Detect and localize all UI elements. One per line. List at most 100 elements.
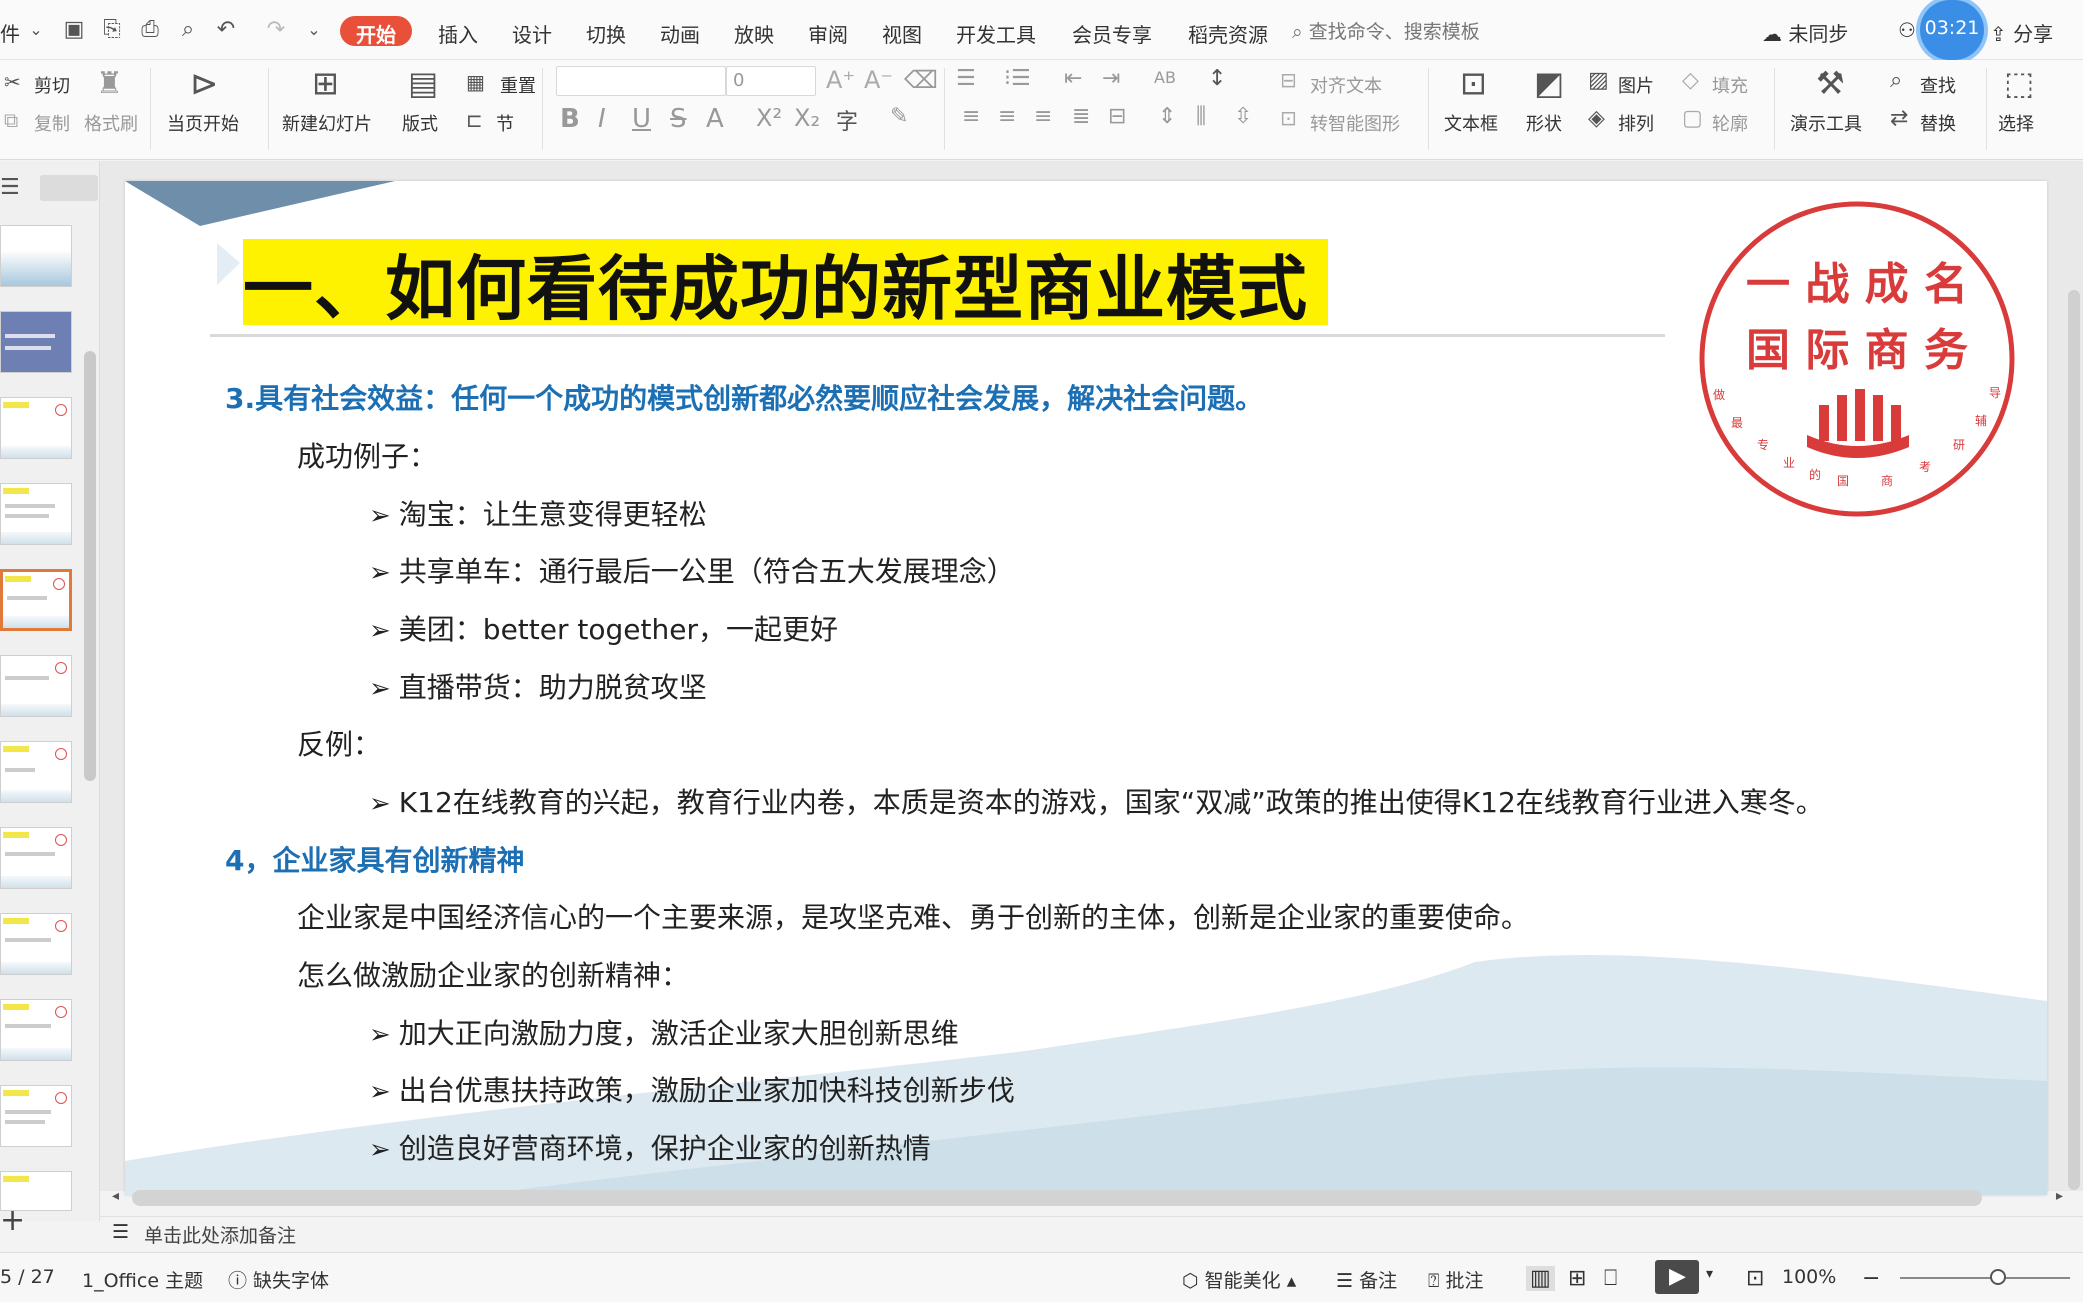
print-preview-icon[interactable]: ⌕ xyxy=(174,16,202,44)
slide-thumbnail-3[interactable] xyxy=(0,397,72,459)
strikethrough-icon[interactable]: S xyxy=(670,104,687,134)
counter-examples-label[interactable]: 反例： xyxy=(297,723,381,763)
innovation-paragraph[interactable]: 企业家是中国经济信心的一个主要来源，是攻坚克难、勇于创新的主体，创新是企业家的重… xyxy=(297,896,1529,936)
distribute-icon[interactable]: ⊟ xyxy=(1108,104,1126,129)
normal-view-icon[interactable]: ▥ xyxy=(1526,1266,1555,1291)
tab-view[interactable]: 视图 xyxy=(874,16,930,47)
numbering-icon[interactable]: ⁝☰ xyxy=(1004,66,1031,91)
slide-thumbnail-10[interactable] xyxy=(0,999,72,1061)
reset-button[interactable]: 重置 xyxy=(500,72,536,98)
replace-button[interactable]: 替换 xyxy=(1920,110,1956,136)
list-item[interactable]: ➢ 淘宝：让生意变得更轻松 xyxy=(369,493,707,533)
picture-button[interactable]: 图片 xyxy=(1618,72,1654,98)
bold-icon[interactable]: B xyxy=(560,104,580,134)
para-spacing-icon[interactable]: ⇕ xyxy=(1158,104,1176,129)
align-left-icon[interactable]: ≡ xyxy=(962,104,980,129)
tab-developer[interactable]: 开发工具 xyxy=(948,16,1044,47)
slide-thumbnail-7[interactable] xyxy=(0,741,72,803)
tab-slideshow[interactable]: 放映 xyxy=(726,16,782,47)
subscript-icon[interactable]: X₂ xyxy=(794,104,820,132)
zoom-slider[interactable] xyxy=(1900,1277,2070,1279)
slide-thumbnail-8[interactable] xyxy=(0,827,72,889)
cut-button[interactable]: 剪切 xyxy=(34,72,70,98)
align-right-icon[interactable]: ≡ xyxy=(1034,104,1052,129)
heading-innovation[interactable]: 4，企业家具有创新精神 xyxy=(225,839,524,879)
phonetic-icon[interactable]: 字 xyxy=(836,104,858,136)
thumbnail-view-toggle[interactable] xyxy=(40,175,98,201)
justify-icon[interactable]: ≣ xyxy=(1072,104,1090,129)
tab-home[interactable]: 开始 xyxy=(340,16,412,47)
chevron-down-icon[interactable]: ▾ xyxy=(1706,1266,1713,1282)
zoom-out-icon[interactable]: − xyxy=(1862,1266,1880,1291)
format-painter-button[interactable]: 格式刷 xyxy=(84,110,138,136)
undo-icon[interactable]: ↶ xyxy=(212,16,240,44)
presentation-tools-button[interactable]: 演示工具 xyxy=(1790,110,1862,136)
success-examples-label[interactable]: 成功例子： xyxy=(297,435,437,475)
notes-toggle-button[interactable]: ☰ 备注 xyxy=(1336,1266,1397,1293)
user-icon[interactable]: ⚇ xyxy=(1898,18,1916,42)
select-button[interactable]: 选择 xyxy=(1998,110,2034,136)
outline-button[interactable]: 轮廓 xyxy=(1712,110,1748,136)
slide-title[interactable]: 一、如何看待成功的新型商业模式 xyxy=(243,233,1308,334)
tab-insert[interactable]: 插入 xyxy=(430,16,486,47)
slide-thumbnail-2[interactable] xyxy=(0,311,72,373)
underline-icon[interactable]: U xyxy=(632,104,651,134)
line-spacing-icon[interactable]: ↕ xyxy=(1208,66,1226,91)
layout-button[interactable]: 版式 xyxy=(402,110,438,136)
fill-button[interactable]: 填充 xyxy=(1712,72,1748,98)
align-center-icon[interactable]: ≡ xyxy=(998,104,1016,129)
save-icon[interactable]: ▣ xyxy=(60,16,88,44)
clear-format-icon[interactable]: ⌫ xyxy=(904,66,938,94)
share-button[interactable]: ⇪ 分享 xyxy=(1990,18,2053,47)
superscript-icon[interactable]: X² xyxy=(756,104,782,132)
list-item[interactable]: ➢ 加大正向激励力度，激活企业家大胆创新思维 xyxy=(369,1012,959,1052)
highlight-icon[interactable]: ✎ xyxy=(890,104,908,129)
new-slide-button[interactable]: 新建幻灯片 xyxy=(282,110,372,136)
list-item[interactable]: ➢ 创造良好营商环境，保护企业家的创新热情 xyxy=(369,1127,931,1167)
font-color-icon[interactable]: A xyxy=(706,104,724,134)
align-text-button[interactable]: 对齐文本 xyxy=(1310,72,1382,98)
slide-thumbnail-5[interactable] xyxy=(0,569,72,631)
export-icon[interactable]: ⎘ xyxy=(98,16,126,44)
tab-review[interactable]: 审阅 xyxy=(800,16,856,47)
italic-icon[interactable]: I xyxy=(598,104,606,134)
scroll-right-icon[interactable]: ▸ xyxy=(2056,1188,2063,1204)
copy-button[interactable]: 复制 xyxy=(34,110,70,136)
decrease-font-icon[interactable]: A⁻ xyxy=(864,66,893,94)
command-search[interactable]: ⌕ 查找命令、搜索模板 xyxy=(1292,17,1480,44)
missing-font-button[interactable]: ⓘ 缺失字体 xyxy=(228,1266,329,1293)
font-size-select[interactable]: 0 xyxy=(726,66,816,96)
arrange-button[interactable]: 排列 xyxy=(1618,110,1654,136)
slide-thumbnail-4[interactable] xyxy=(0,483,72,545)
list-item[interactable]: ➢ 直播带货：助力脱贫攻坚 xyxy=(369,666,707,706)
zoom-slider-handle[interactable] xyxy=(1990,1269,2006,1285)
zoom-level[interactable]: 100% xyxy=(1782,1266,1836,1288)
slide-thumbnail-11[interactable] xyxy=(0,1085,72,1147)
tab-member[interactable]: 会员专享 xyxy=(1064,16,1160,47)
quick-access-more-icon[interactable]: ⌄ xyxy=(300,16,328,44)
list-item[interactable]: ➢ 出台优惠扶持政策，激励企业家加快科技创新步伐 xyxy=(369,1069,1015,1109)
incentive-label[interactable]: 怎么做激励企业家的创新精神： xyxy=(297,954,689,994)
bullets-icon[interactable]: ☰ xyxy=(956,66,976,91)
list-item[interactable]: ➢ 共享单车：通行最后一公里（符合五大发展理念） xyxy=(369,550,1015,590)
text-direction-icon[interactable]: AB xyxy=(1154,68,1176,87)
tab-docer[interactable]: 稻壳资源 xyxy=(1180,16,1276,47)
section-button[interactable]: 节 xyxy=(496,110,514,136)
list-item[interactable]: ➢ K12在线教育的兴起，教育行业内卷，本质是资本的游戏，国家“双减”政策的推出使… xyxy=(369,781,1824,821)
redo-icon[interactable]: ↷ xyxy=(262,16,290,44)
smart-beautify-button[interactable]: ⬡ 智能美化 ▴ xyxy=(1182,1266,1296,1293)
slide-thumbnail-1[interactable] xyxy=(0,225,72,287)
play-from-current-button[interactable]: 当页开始 xyxy=(167,110,239,136)
indent-icon[interactable]: ⇥ xyxy=(1102,66,1120,91)
columns-icon[interactable]: ⫼ xyxy=(1196,104,1206,129)
file-menu[interactable]: 件 xyxy=(0,18,20,47)
sorter-view-icon[interactable]: ⊞ xyxy=(1568,1266,1586,1291)
horizontal-scrollbar[interactable] xyxy=(132,1190,1982,1206)
chevron-down-icon[interactable]: ⌄ xyxy=(22,16,50,44)
increase-font-icon[interactable]: A⁺ xyxy=(826,66,855,94)
fit-window-icon[interactable]: ⊡ xyxy=(1746,1266,1764,1291)
outline-view-icon[interactable]: ☰ xyxy=(0,175,20,200)
list-item[interactable]: ➢ 美团：better together，一起更好 xyxy=(369,608,838,648)
add-slide-icon[interactable]: + xyxy=(0,1203,25,1238)
slide-thumbnail-9[interactable] xyxy=(0,913,72,975)
